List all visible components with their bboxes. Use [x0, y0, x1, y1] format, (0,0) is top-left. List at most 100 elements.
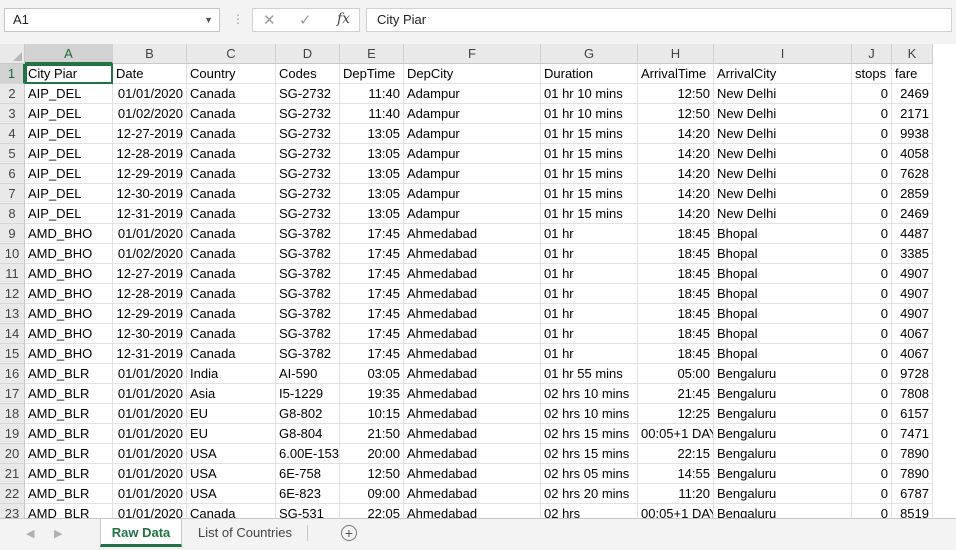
table-cell[interactable]: 4487 [892, 224, 933, 244]
table-cell[interactable]: 0 [852, 284, 892, 304]
table-cell[interactable]: AIP_DEL [25, 144, 113, 164]
table-cell[interactable]: 02 hrs 05 mins [541, 464, 638, 484]
table-cell[interactable]: 00:05+1 DAY [638, 504, 714, 518]
table-cell[interactable]: AMD_BHO [25, 224, 113, 244]
table-cell[interactable]: 14:20 [638, 164, 714, 184]
table-cell[interactable]: Canada [187, 264, 276, 284]
table-cell[interactable]: Bhopal [714, 324, 852, 344]
table-cell[interactable]: 13:05 [340, 184, 404, 204]
name-box[interactable]: A1 ▼ [4, 8, 220, 32]
table-cell[interactable]: 01/01/2020 [113, 404, 187, 424]
table-cell[interactable]: 22:15 [638, 444, 714, 464]
header-cell[interactable]: Duration [541, 64, 638, 84]
table-cell[interactable]: 14:55 [638, 464, 714, 484]
table-cell[interactable]: AMD_BLR [25, 424, 113, 444]
table-cell[interactable]: EU [187, 424, 276, 444]
table-cell[interactable]: Canada [187, 84, 276, 104]
table-cell[interactable]: Bengaluru [714, 464, 852, 484]
table-cell[interactable]: Ahmedabad [404, 504, 541, 518]
table-cell[interactable]: 13:05 [340, 144, 404, 164]
table-cell[interactable]: 8519 [892, 504, 933, 518]
table-cell[interactable]: USA [187, 484, 276, 504]
table-cell[interactable]: Adampur [404, 204, 541, 224]
table-cell[interactable]: AMD_BLR [25, 464, 113, 484]
table-cell[interactable]: 01/01/2020 [113, 364, 187, 384]
table-cell[interactable]: 02 hrs 20 mins [541, 484, 638, 504]
row-header[interactable]: 11 [0, 264, 25, 284]
table-cell[interactable]: 12:50 [638, 104, 714, 124]
table-cell[interactable]: Adampur [404, 164, 541, 184]
table-cell[interactable]: AI-590 [276, 364, 340, 384]
table-cell[interactable]: 01/01/2020 [113, 484, 187, 504]
table-cell[interactable]: 01 hr 55 mins [541, 364, 638, 384]
table-cell[interactable]: Canada [187, 204, 276, 224]
table-cell[interactable]: 12-31-2019 [113, 344, 187, 364]
column-header-k[interactable]: K [892, 44, 933, 64]
table-cell[interactable]: 02 hrs 10 mins [541, 384, 638, 404]
column-header-e[interactable]: E [340, 44, 404, 64]
table-cell[interactable]: 13:05 [340, 124, 404, 144]
table-cell[interactable]: 11:40 [340, 84, 404, 104]
table-cell[interactable]: Canada [187, 144, 276, 164]
table-cell[interactable]: Ahmedabad [404, 384, 541, 404]
table-cell[interactable]: 18:45 [638, 324, 714, 344]
header-cell[interactable]: stops [852, 64, 892, 84]
table-cell[interactable]: AIP_DEL [25, 164, 113, 184]
table-cell[interactable]: 4907 [892, 284, 933, 304]
table-cell[interactable]: AIP_DEL [25, 184, 113, 204]
table-cell[interactable]: Canada [187, 304, 276, 324]
scroll-tabs-left-icon[interactable]: ◀ [26, 527, 34, 540]
table-cell[interactable]: Adampur [404, 104, 541, 124]
row-header[interactable]: 14 [0, 324, 25, 344]
table-cell[interactable]: SG-2732 [276, 124, 340, 144]
table-cell[interactable]: 12-27-2019 [113, 264, 187, 284]
row-header[interactable]: 5 [0, 144, 25, 164]
table-cell[interactable]: Ahmedabad [404, 404, 541, 424]
table-cell[interactable]: Ahmedabad [404, 364, 541, 384]
table-cell[interactable]: SG-3782 [276, 284, 340, 304]
table-cell[interactable]: Canada [187, 104, 276, 124]
table-cell[interactable]: AMD_BHO [25, 324, 113, 344]
table-cell[interactable]: New Delhi [714, 164, 852, 184]
table-cell[interactable]: 4067 [892, 344, 933, 364]
column-header-c[interactable]: C [187, 44, 276, 64]
table-cell[interactable]: 22:05 [340, 504, 404, 518]
row-header[interactable]: 16 [0, 364, 25, 384]
more-options-icon[interactable]: ⋮ [232, 12, 244, 26]
table-cell[interactable]: 18:45 [638, 284, 714, 304]
table-cell[interactable]: 01/01/2020 [113, 504, 187, 518]
table-cell[interactable]: 01/01/2020 [113, 84, 187, 104]
table-cell[interactable]: New Delhi [714, 204, 852, 224]
table-cell[interactable]: Canada [187, 504, 276, 518]
row-header[interactable]: 1 [0, 64, 25, 84]
table-cell[interactable]: 0 [852, 424, 892, 444]
table-cell[interactable]: 0 [852, 304, 892, 324]
table-cell[interactable]: 13:05 [340, 164, 404, 184]
table-cell[interactable]: 17:45 [340, 344, 404, 364]
table-cell[interactable]: Bengaluru [714, 364, 852, 384]
tab-raw-data[interactable]: Raw Data [100, 519, 182, 547]
column-header-h[interactable]: H [638, 44, 714, 64]
table-cell[interactable]: 14:20 [638, 204, 714, 224]
row-header[interactable]: 4 [0, 124, 25, 144]
table-cell[interactable]: 7808 [892, 384, 933, 404]
table-cell[interactable]: Bhopal [714, 284, 852, 304]
table-cell[interactable]: 01 hr [541, 264, 638, 284]
table-cell[interactable]: 6E-758 [276, 464, 340, 484]
table-cell[interactable]: 01 hr [541, 324, 638, 344]
table-cell[interactable]: 20:00 [340, 444, 404, 464]
row-header[interactable]: 15 [0, 344, 25, 364]
table-cell[interactable]: New Delhi [714, 184, 852, 204]
table-cell[interactable]: 01/01/2020 [113, 384, 187, 404]
table-cell[interactable]: 17:45 [340, 324, 404, 344]
table-cell[interactable]: 12-30-2019 [113, 324, 187, 344]
row-header[interactable]: 20 [0, 444, 25, 464]
table-cell[interactable]: Canada [187, 224, 276, 244]
table-cell[interactable]: 18:45 [638, 244, 714, 264]
chevron-down-icon[interactable]: ▼ [204, 9, 213, 31]
table-cell[interactable]: 6E-823 [276, 484, 340, 504]
row-header[interactable]: 13 [0, 304, 25, 324]
column-header-f[interactable]: F [404, 44, 541, 64]
table-cell[interactable]: 7628 [892, 164, 933, 184]
table-cell[interactable]: Canada [187, 244, 276, 264]
